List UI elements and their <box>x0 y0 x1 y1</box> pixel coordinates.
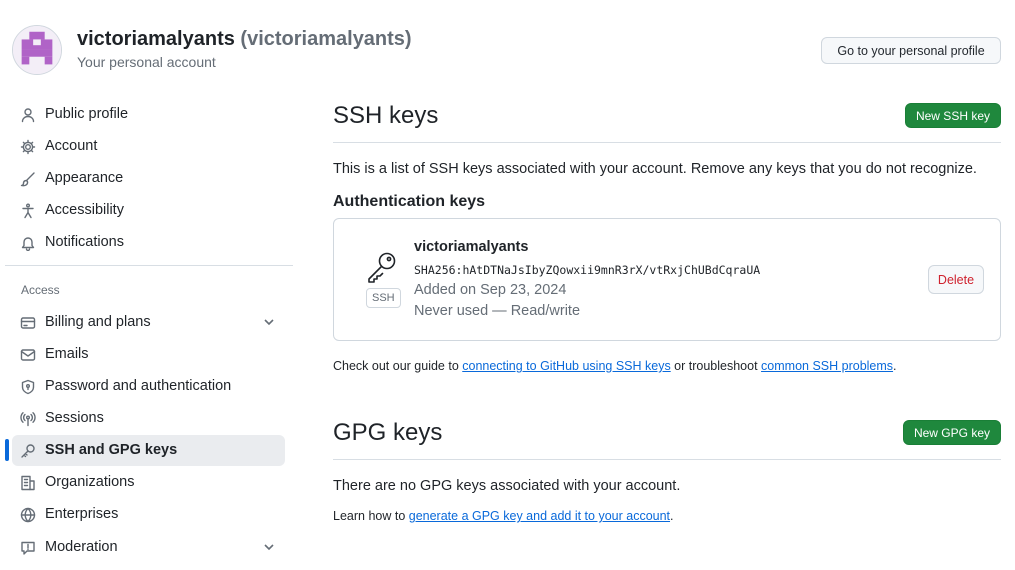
sidebar-item-label: Accessibility <box>45 202 124 218</box>
display-name[interactable]: victoriamalyants <box>77 28 235 50</box>
gpg-learn-text: Learn how to generate a GPG key and add … <box>333 509 674 523</box>
account-name: victoriamalyants (victoriamalyants) <box>77 28 412 51</box>
gpg-learn-link[interactable]: generate a GPG key and add it to your ac… <box>409 509 670 523</box>
account-subtitle: Your personal account <box>77 54 216 70</box>
paintbrush-icon <box>20 171 36 187</box>
ssh-keys-title: SSH keys <box>333 102 439 129</box>
sidebar-item-enterprises[interactable]: Enterprises <box>12 499 285 530</box>
guide-prefix: Check out our guide to <box>333 359 463 373</box>
sidebar-divider <box>5 265 293 266</box>
sidebar-item-label: Password and authentication <box>45 378 232 394</box>
ssh-key-added-date: Added on Sep 23, 2024 <box>414 282 567 298</box>
broadcast-icon <box>20 411 36 427</box>
chevron-down-icon[interactable] <box>263 541 275 553</box>
ssh-guide-link[interactable]: connecting to GitHub using SSH keys <box>462 359 670 373</box>
globe-icon <box>20 507 36 523</box>
access-section-label: Access <box>21 283 60 297</box>
sidebar-item-sessions[interactable]: Sessions <box>12 403 285 434</box>
auth-keys-title: Authentication keys <box>333 193 486 210</box>
sidebar-item-label: Sessions <box>45 410 104 426</box>
bell-icon <box>20 235 36 251</box>
gpg-title-divider <box>333 459 1001 460</box>
avatar[interactable] <box>12 25 62 75</box>
new-ssh-key-button[interactable]: New SSH key <box>904 103 1001 128</box>
person-icon <box>20 107 36 123</box>
sidebar-item-label: Billing and plans <box>45 314 151 330</box>
sidebar-item-label: Organizations <box>45 474 135 490</box>
account-header: victoriamalyants (victoriamalyants) Your… <box>0 0 1015 90</box>
mail-icon <box>20 347 36 363</box>
sidebar-item-label: Account <box>45 138 98 154</box>
key-icon <box>20 443 36 459</box>
sidebar-item-emails[interactable]: Emails <box>12 339 285 370</box>
login-name[interactable]: (victoriamalyants) <box>240 28 411 50</box>
ssh-key-item: SSH victoriamalyants SHA256:hAtDTNaJsIby… <box>333 218 1001 341</box>
sidebar-item-label: Emails <box>45 346 89 362</box>
organization-icon <box>20 475 36 491</box>
guide-middle: or troubleshoot <box>670 359 762 373</box>
sidebar-item-account[interactable]: Account <box>12 131 285 162</box>
sidebar-item-notifications[interactable]: Notifications <box>12 227 285 258</box>
gear-icon <box>20 139 36 155</box>
ssh-title-divider <box>333 142 1001 143</box>
report-icon <box>20 540 36 556</box>
learn-suffix: . <box>670 509 674 523</box>
sidebar-item-label: Notifications <box>45 234 124 250</box>
ssh-key-name: victoriamalyants <box>414 239 529 255</box>
accessibility-icon <box>20 203 36 219</box>
shield-lock-icon <box>20 379 36 395</box>
sidebar-item-billing[interactable]: Billing and plans <box>12 307 285 338</box>
sidebar-item-label: Enterprises <box>45 506 119 522</box>
key-icon <box>365 250 399 284</box>
ssh-key-fingerprint: SHA256:hAtDTNaJsIbyZQowxii9mnR3rX/vtRxjC… <box>414 263 761 277</box>
sidebar-item-appearance[interactable]: Appearance <box>12 163 285 194</box>
sidebar-item-public-profile[interactable]: Public profile <box>12 99 285 130</box>
sidebar-item-accessibility[interactable]: Accessibility <box>12 195 285 226</box>
go-to-profile-button[interactable]: Go to your personal profile <box>821 37 1001 64</box>
sidebar-item-organizations[interactable]: Organizations <box>12 467 285 498</box>
ssh-badge: SSH <box>366 288 401 308</box>
active-indicator <box>5 439 9 461</box>
sidebar-item-moderation[interactable]: Moderation <box>12 532 285 563</box>
ssh-guide-text: Check out our guide to connecting to Git… <box>333 359 897 373</box>
new-gpg-key-button[interactable]: New GPG key <box>902 420 1001 445</box>
sidebar-item-password-auth[interactable]: Password and authentication <box>12 371 285 402</box>
gpg-keys-title: GPG keys <box>333 419 443 446</box>
learn-prefix: Learn how to <box>333 509 409 523</box>
ssh-description: This is a list of SSH keys associated wi… <box>333 161 977 177</box>
chevron-down-icon[interactable] <box>263 316 275 328</box>
guide-suffix: . <box>893 359 897 373</box>
sidebar-item-label: Moderation <box>45 539 118 555</box>
sidebar-item-label: Appearance <box>45 170 124 186</box>
sidebar-item-ssh-gpg-keys[interactable]: SSH and GPG keys <box>12 435 285 466</box>
ssh-troubleshoot-link[interactable]: common SSH problems <box>761 359 893 373</box>
credit-card-icon <box>20 315 36 331</box>
delete-ssh-key-button[interactable]: Delete <box>928 265 984 294</box>
sidebar-item-label: Public profile <box>45 106 129 122</box>
gpg-empty-text: There are no GPG keys associated with yo… <box>333 478 681 494</box>
sidebar-item-label: SSH and GPG keys <box>45 442 178 458</box>
ssh-key-usage: Never used — Read/write <box>414 303 581 319</box>
